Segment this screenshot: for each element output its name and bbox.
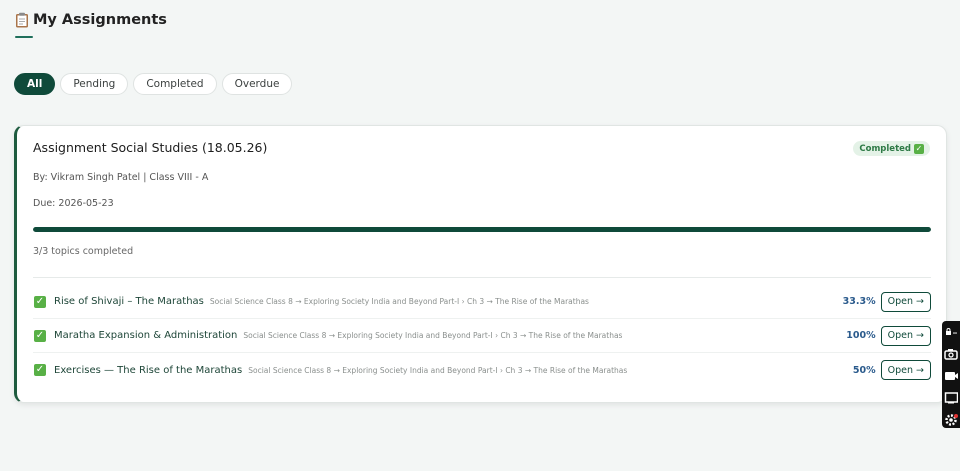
topic-row: ✓ Rise of Shivaji – The Marathas Social … [33, 285, 931, 319]
assignment-title: Assignment Social Studies (18.05.26) [33, 140, 268, 155]
progress-fill [33, 227, 931, 232]
divider [33, 277, 931, 278]
filter-completed[interactable]: Completed [133, 73, 217, 95]
status-badge-label: Completed [859, 143, 911, 154]
check-icon: ✓ [914, 143, 924, 154]
screen-icon[interactable] [942, 390, 960, 406]
status-badge: Completed ✓ [853, 141, 930, 156]
open-button[interactable]: Open → [880, 360, 931, 380]
filter-all[interactable]: All [14, 73, 56, 95]
video-icon[interactable] [942, 368, 960, 384]
topic-row: ✓ Exercises — The Rise of the Marathas S… [33, 353, 931, 387]
topic-path: Social Science Class 8 → Exploring Socie… [248, 365, 628, 375]
camera-icon[interactable] [942, 346, 960, 362]
filter-pending[interactable]: Pending [60, 73, 129, 95]
check-icon: ✓ [34, 329, 46, 342]
topic-row: ✓ Maratha Expansion & Administration Soc… [33, 319, 931, 353]
topic-name: Exercises — The Rise of the Marathas [54, 364, 243, 376]
check-icon: ✓ [34, 295, 46, 308]
assignment-due-date: Due: 2026-05-23 [33, 198, 114, 209]
side-toolbar [942, 321, 960, 428]
check-icon: ✓ [34, 364, 46, 376]
progress-bar [33, 227, 931, 232]
gear-icon[interactable] [942, 412, 960, 428]
topic-percent: 100% [846, 330, 876, 341]
clipboard-icon [15, 12, 29, 28]
open-button[interactable]: Open → [880, 325, 931, 346]
page-title: My Assignments [15, 10, 167, 30]
lock-icon[interactable] [942, 324, 960, 340]
topic-name: Rise of Shivaji – The Marathas [54, 296, 204, 307]
page-title-text: My Assignments [33, 12, 167, 28]
title-underline [15, 36, 33, 38]
filter-overdue[interactable]: Overdue [221, 73, 293, 95]
topic-percent: 33.3% [842, 296, 876, 307]
topics-completed-count: 3/3 topics completed [33, 246, 134, 257]
page-header: My Assignments [15, 10, 167, 38]
topic-percent: 50% [852, 364, 876, 376]
filter-chips: All Pending Completed Overdue [14, 73, 293, 95]
topic-name: Maratha Expansion & Administration [54, 330, 238, 341]
topic-list: ✓ Rise of Shivaji – The Marathas Social … [33, 285, 931, 387]
topic-path: Social Science Class 8 → Exploring Socie… [243, 331, 623, 340]
open-button[interactable]: Open → [880, 291, 931, 312]
assignment-card: Assignment Social Studies (18.05.26) Com… [14, 125, 947, 403]
assignment-teacher: By: Vikram Singh Patel | Class VIII - A [33, 172, 209, 183]
topic-path: Social Science Class 8 → Exploring Socie… [209, 297, 589, 306]
